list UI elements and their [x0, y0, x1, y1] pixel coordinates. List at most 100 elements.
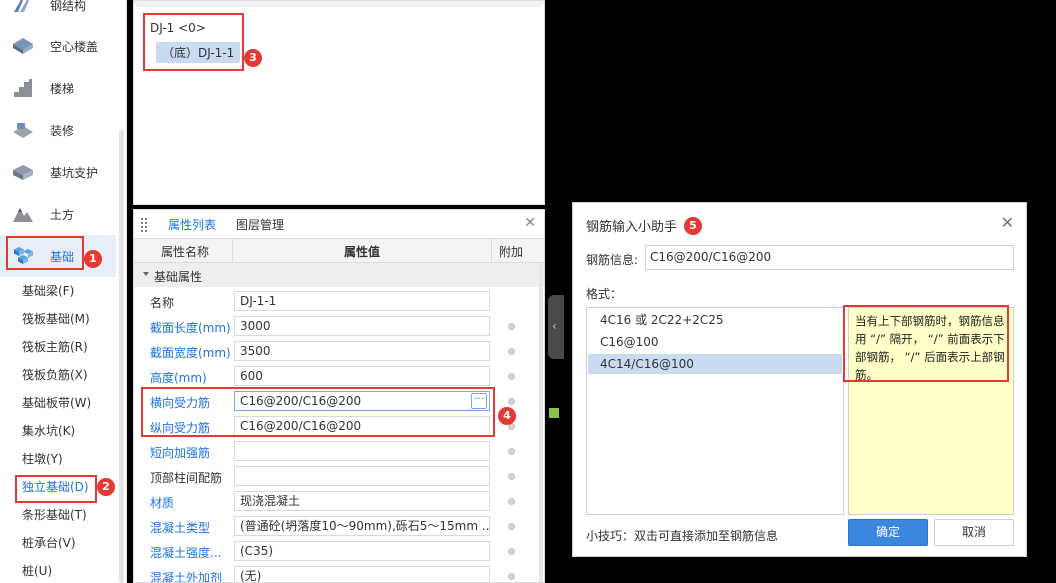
sidebar-category-label: 基础 [50, 249, 75, 264]
property-value-field[interactable]: (无) [234, 566, 490, 582]
property-row: 混凝土外加剂 (无) [134, 564, 544, 583]
decoration-icon [11, 118, 35, 142]
property-row: 纵向受力筋 C16@200/C16@200 [134, 414, 544, 439]
cancel-button[interactable]: 取消 [934, 519, 1014, 546]
collapse-arrow-icon[interactable] [143, 272, 149, 276]
property-row: 高度(mm) 600 [134, 364, 544, 389]
extra-checkbox[interactable] [508, 548, 515, 555]
extra-checkbox[interactable] [508, 348, 515, 355]
subitem-column-pier[interactable]: 柱墩(Y) [22, 449, 63, 469]
extra-checkbox[interactable] [508, 448, 515, 455]
panel-collapse-handle[interactable]: ‹ [548, 295, 564, 359]
property-table-header: 属性名称 属性值 附加 [134, 239, 544, 263]
tab-property-list[interactable]: 属性列表 [163, 216, 221, 241]
dialog-title: 钢筋输入小助手 [586, 220, 678, 235]
stairs-icon [11, 76, 35, 100]
callout-badge-1: 1 [84, 250, 102, 268]
extra-checkbox[interactable] [508, 323, 515, 330]
subitem-sump-pit[interactable]: 集水坑(K) [22, 421, 75, 441]
sidebar-scrollbar[interactable] [119, 130, 124, 583]
property-value-field[interactable] [234, 441, 490, 461]
property-value-field[interactable]: 3000 [234, 316, 490, 336]
property-value-field[interactable]: (普通砼(坍落度10～90mm),砾石5～15mm ... [234, 516, 490, 536]
property-name: 短向加强筋 [150, 446, 211, 460]
subitem-pile[interactable]: 桩(U) [22, 561, 52, 581]
sidebar-category-label: 空心楼盖 [50, 39, 99, 54]
property-value-field[interactable]: 现浇混凝土 [234, 491, 490, 511]
sidebar-category-label: 装修 [50, 123, 75, 138]
subitem-foundation-strip[interactable]: 基础板带(W) [22, 393, 91, 413]
extra-checkbox[interactable] [508, 473, 515, 480]
property-name: 截面宽度(mm) [150, 346, 231, 360]
tree-child-node[interactable]: （底）DJ-1-1 [156, 42, 241, 63]
property-name: 混凝土类型 [150, 521, 211, 535]
format-tip-box: 当有上下部钢筋时，钢筋信息用 “/” 隔开， “/” 前面表示下部钢筋， “/”… [848, 307, 1014, 515]
property-name: 横向受力筋 [150, 396, 211, 410]
property-group-row[interactable]: 基础属性 [134, 263, 544, 287]
property-row: 材质 现浇混凝土 [134, 489, 544, 514]
property-row: 横向受力筋 C16@200/C16@200 ··· [134, 389, 544, 414]
format-item[interactable]: C16@100 [588, 332, 842, 352]
property-value-field[interactable] [234, 466, 490, 486]
property-value-field[interactable]: (C35) [234, 541, 490, 561]
sidebar-category-label: 楼梯 [50, 81, 75, 96]
ok-button[interactable]: 确定 [848, 519, 928, 546]
sidebar-category-hollow-floor[interactable]: 空心楼盖 [0, 25, 116, 67]
component-tree-panel: DJ-1 <0> （底）DJ-1-1 [133, 0, 545, 205]
property-row: 截面长度(mm) 3000 [134, 314, 544, 339]
format-item[interactable]: 4C16 或 2C22+2C25 [588, 310, 842, 330]
format-list: 4C16 或 2C22+2C25 C16@100 4C14/C16@100 [586, 307, 844, 515]
extra-checkbox[interactable] [508, 398, 515, 405]
close-icon[interactable]: ✕ [524, 215, 536, 231]
tab-layer-management[interactable]: 图层管理 [236, 216, 284, 233]
drag-grip-icon[interactable] [141, 218, 149, 232]
property-value-field[interactable]: C16@200/C16@200 [234, 416, 490, 436]
sidebar-category-decoration[interactable]: 装修 [0, 109, 116, 151]
sidebar-category-pit-support[interactable]: 基坑支护 [0, 151, 116, 193]
callout-badge-3: 3 [244, 49, 262, 67]
subitem-strip-foundation[interactable]: 条形基础(T) [22, 505, 87, 525]
property-row: 短向加强筋 [134, 439, 544, 464]
horizontal-rebar-input[interactable]: C16@200/C16@200 ··· [234, 391, 490, 411]
close-icon[interactable]: ✕ [1001, 213, 1014, 232]
property-name: 材质 [150, 496, 175, 510]
extra-checkbox[interactable] [508, 573, 515, 580]
format-item-selected[interactable]: 4C14/C16@100 [588, 354, 842, 374]
property-name: 混凝土外加剂 [150, 571, 223, 583]
callout-badge-2: 2 [97, 478, 115, 496]
property-group-label: 基础属性 [154, 270, 203, 284]
subitem-raft-main-rebar[interactable]: 筏板主筋(R) [22, 337, 88, 357]
property-name: 混凝土强度... [150, 546, 222, 560]
sidebar-category-steel-structure[interactable]: 钢结构 [0, 0, 116, 26]
subitem-pile-cap[interactable]: 桩承台(V) [22, 533, 76, 553]
foundation-icon [11, 244, 35, 268]
subitem-raft-negative-rebar[interactable]: 筏板负筋(X) [22, 365, 88, 385]
header-property-name: 属性名称 [161, 245, 210, 259]
sidebar-category-earthwork[interactable]: 土方 [0, 193, 116, 235]
extra-checkbox[interactable] [508, 523, 515, 530]
rebar-info-input[interactable]: C16@200/C16@200 [645, 245, 1014, 270]
subitem-raft-foundation[interactable]: 筏板基础(M) [22, 309, 90, 329]
more-options-button[interactable]: ··· [471, 393, 487, 409]
format-label: 格式： [586, 287, 623, 301]
pit-support-icon [11, 160, 35, 184]
tree-top-bar [134, 1, 544, 7]
property-value-field[interactable]: 3500 [234, 341, 490, 361]
property-value-field[interactable]: 600 [234, 366, 490, 386]
property-panel: 属性列表 图层管理 ✕ 属性名称 属性值 附加 基础属性 名称 DJ-1-1 截… [133, 209, 545, 583]
sidebar-category-stairs[interactable]: 楼梯 [0, 67, 116, 109]
property-value-field[interactable]: DJ-1-1 [234, 291, 490, 311]
property-scrollbar[interactable] [539, 263, 543, 582]
sidebar-category-label: 钢结构 [50, 0, 87, 13]
property-value-text: C16@200/C16@200 [240, 394, 362, 408]
subitem-isolated-foundation[interactable]: 独立基础(D) [22, 477, 89, 497]
property-row: 混凝土强度... (C35) [134, 539, 544, 564]
header-property-extra: 附加 [499, 245, 524, 259]
extra-checkbox[interactable] [508, 373, 515, 380]
tree-root-node[interactable]: DJ-1 <0> [150, 21, 206, 35]
subitem-foundation-beam[interactable]: 基础梁(F) [22, 281, 74, 301]
extra-checkbox[interactable] [508, 498, 515, 505]
property-row: 名称 DJ-1-1 [134, 289, 544, 314]
sidebar-category-label: 基坑支护 [50, 165, 99, 180]
header-property-value: 属性值 [344, 245, 381, 259]
